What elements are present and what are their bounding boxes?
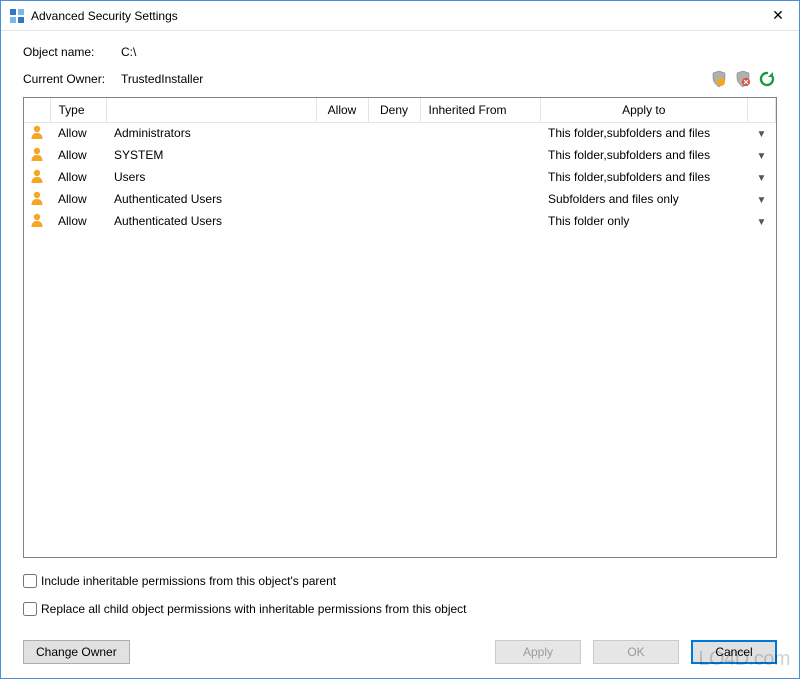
column-header-allow[interactable]: Allow [316,98,368,122]
owner-action-shield-1-icon[interactable] [709,69,729,89]
ok-button: OK [593,640,679,664]
chevron-down-icon[interactable]: ▼ [757,195,767,206]
column-header-dropdown[interactable] [748,98,776,122]
cell-deny [368,144,420,166]
owner-action-refresh-icon[interactable] [757,69,777,89]
cell-type: Allow [50,188,106,210]
current-owner-value: TrustedInstaller [121,72,709,86]
cell-principal: Authenticated Users [106,210,316,232]
user-icon [29,124,45,140]
table-row[interactable]: AllowUsers This folder,subfolders and fil… [24,166,776,188]
column-header-inherited[interactable]: Inherited From [420,98,540,122]
cell-allow [316,122,368,144]
close-icon[interactable]: ✕ [765,7,791,24]
cancel-button[interactable]: Cancel [691,640,777,664]
column-header-type[interactable]: Type [50,98,106,122]
column-header-icon[interactable] [24,98,50,122]
column-header-principal[interactable] [106,98,316,122]
cell-principal: SYSTEM [106,144,316,166]
chevron-down-icon[interactable]: ▼ [757,129,767,140]
cell-deny [368,188,420,210]
replace-child-row[interactable]: Replace all child object permissions wit… [23,602,777,616]
user-icon [29,146,45,162]
cell-apply: Subfolders and files only [540,188,748,210]
cell-inherited [420,210,540,232]
user-icon [29,190,45,206]
cell-deny [368,210,420,232]
app-icon [9,8,25,24]
cell-deny [368,122,420,144]
chevron-down-icon[interactable]: ▼ [757,217,767,228]
change-owner-button[interactable]: Change Owner [23,640,130,664]
cell-principal: Users [106,166,316,188]
button-row: Change Owner Apply OK Cancel [23,640,777,664]
apply-button: Apply [495,640,581,664]
cell-inherited [420,188,540,210]
cell-principal: Administrators [106,122,316,144]
include-inheritable-checkbox[interactable] [23,574,37,588]
table-row[interactable]: AllowAuthenticated Users Subfolders and f… [24,188,776,210]
owner-action-shield-2-icon[interactable] [733,69,753,89]
cell-type: Allow [50,166,106,188]
cell-type: Allow [50,144,106,166]
cell-apply: This folder,subfolders and files [540,144,748,166]
window-title: Advanced Security Settings [31,9,765,23]
cell-apply: This folder only [540,210,748,232]
titlebar: Advanced Security Settings ✕ [1,1,799,31]
cell-allow [316,166,368,188]
cell-inherited [420,144,540,166]
current-owner-row: Current Owner: TrustedInstaller [23,69,777,89]
object-name-value: C:\ [121,45,136,59]
cell-allow [316,144,368,166]
current-owner-label: Current Owner: [23,72,121,86]
cell-principal: Authenticated Users [106,188,316,210]
cell-apply: This folder,subfolders and files [540,166,748,188]
table-row[interactable]: AllowSYSTEM This folder,subfolders and fi… [24,144,776,166]
cell-allow [316,210,368,232]
cell-type: Allow [50,210,106,232]
replace-child-label: Replace all child object permissions wit… [41,602,467,616]
cell-apply: This folder,subfolders and files [540,122,748,144]
object-name-label: Object name: [23,45,121,59]
include-inheritable-label: Include inheritable permissions from thi… [41,574,336,588]
table-row[interactable]: AllowAuthenticated Users This folder only… [24,210,776,232]
column-header-apply[interactable]: Apply to [540,98,748,122]
include-inheritable-row[interactable]: Include inheritable permissions from thi… [23,574,777,588]
cell-inherited [420,122,540,144]
cell-type: Allow [50,122,106,144]
object-name-row: Object name: C:\ [23,45,777,59]
content-area: Object name: C:\ Current Owner: TrustedI… [1,31,799,678]
chevron-down-icon[interactable]: ▼ [757,151,767,162]
replace-child-checkbox[interactable] [23,602,37,616]
permissions-table: Type Allow Deny Inherited From Apply to … [24,98,776,232]
chevron-down-icon[interactable]: ▼ [757,173,767,184]
user-icon [29,168,45,184]
column-header-deny[interactable]: Deny [368,98,420,122]
cell-allow [316,188,368,210]
table-row[interactable]: AllowAdministrators This folder,subfolder… [24,122,776,144]
permissions-table-container: Type Allow Deny Inherited From Apply to … [23,97,777,558]
cell-deny [368,166,420,188]
cell-inherited [420,166,540,188]
user-icon [29,212,45,228]
